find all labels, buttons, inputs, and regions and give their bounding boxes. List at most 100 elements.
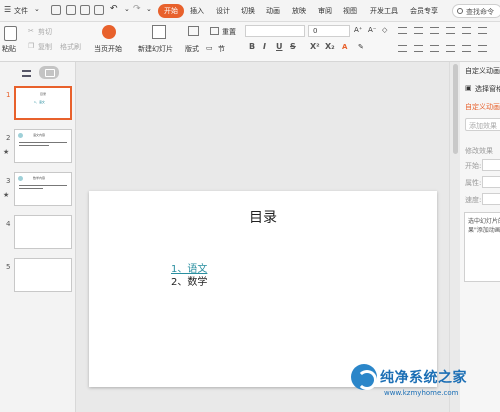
numbered-list-icon[interactable] — [414, 27, 423, 34]
print-icon[interactable] — [80, 5, 90, 15]
align-center-icon[interactable] — [414, 45, 423, 52]
subscript-button[interactable]: X₂ — [325, 42, 335, 51]
copy-button[interactable]: 复制 — [38, 42, 52, 52]
new-slide-icon[interactable] — [152, 25, 166, 39]
thumb-title: 语文内容 — [33, 133, 46, 137]
slide-thumbnail-1[interactable]: 目录 1、语文 — [14, 86, 72, 120]
format-painter-button[interactable]: 格式刷 — [60, 42, 81, 52]
distribute-icon[interactable] — [462, 45, 471, 52]
slide-canvas: 目录 1、语文 2、数学 — [77, 62, 454, 412]
start-select[interactable] — [482, 159, 500, 171]
hamburger-icon[interactable]: ☰ — [4, 5, 11, 14]
tab-slideshow[interactable]: 放映 — [292, 6, 306, 16]
chevron-down-icon[interactable]: ⌄ — [34, 5, 40, 13]
line-spacing-icon[interactable] — [462, 27, 471, 34]
tab-start[interactable]: 开始 — [158, 4, 184, 18]
slide-title[interactable]: 目录 — [89, 207, 437, 227]
underline-button[interactable]: U — [276, 42, 283, 51]
slide-thumbnail-5[interactable] — [14, 258, 72, 292]
tab-review[interactable]: 审阅 — [318, 6, 332, 16]
shrink-font-icon[interactable]: A⁻ — [368, 26, 376, 34]
strikethrough-button[interactable]: S — [290, 42, 296, 51]
layout-icon[interactable] — [188, 26, 199, 36]
section-button[interactable]: 节 — [218, 44, 225, 54]
property-select[interactable] — [482, 176, 500, 188]
tab-insert[interactable]: 插入 — [190, 6, 204, 16]
highlight-icon[interactable]: ✎ — [358, 43, 364, 51]
animation-pane: 自定义动画 ▣ 选择窗格 自定义动画 添加效果 修改效果 开始: 属性: 速度:… — [460, 62, 500, 412]
columns-icon[interactable] — [478, 45, 487, 52]
font-family-select[interactable] — [245, 25, 305, 37]
justify-icon[interactable] — [446, 45, 455, 52]
slide-thumbnail-2[interactable]: 语文内容 — [14, 129, 72, 163]
section-icon[interactable]: ▭ — [206, 44, 213, 52]
paste-icon[interactable] — [4, 26, 17, 41]
slide-thumbnail-3[interactable]: 数学内容 — [14, 172, 72, 206]
pane-title: 自定义动画 — [465, 67, 500, 75]
slide-number: 4 — [6, 220, 11, 228]
description-text: 果"添加动画 — [468, 227, 500, 234]
customize-icon[interactable]: ⌄ — [146, 5, 152, 13]
add-effect-button[interactable]: 添加效果 — [465, 118, 500, 131]
increase-indent-icon[interactable] — [446, 27, 455, 34]
cut-button[interactable]: 剪切 — [38, 27, 52, 37]
superscript-button[interactable]: X² — [310, 42, 320, 51]
bullet-list-icon[interactable] — [398, 27, 407, 34]
tab-member[interactable]: 会员专享 — [410, 6, 438, 16]
slide-thumbnail-4[interactable] — [14, 215, 72, 249]
thumbnail-view-icon[interactable] — [39, 66, 59, 79]
speed-select[interactable] — [482, 193, 500, 205]
redo-icon[interactable]: ↷ — [133, 4, 141, 14]
effects-list[interactable]: 选中幻灯片的某个元素，然后单击 果"添加动画 — [464, 212, 500, 282]
undo-dropdown-icon[interactable]: ⌄ — [124, 5, 130, 13]
layout-button[interactable]: 版式 — [185, 44, 199, 54]
slide-number: 1 — [6, 91, 11, 99]
paste-button[interactable]: 粘贴 — [2, 44, 16, 54]
undo-icon[interactable]: ↶ — [110, 4, 118, 14]
slide-number: 5 — [6, 263, 11, 271]
copy-icon[interactable]: ❐ — [28, 42, 34, 50]
description-text: 选中幻灯片的某个元素，然后单击 — [468, 218, 500, 225]
reset-icon[interactable] — [210, 27, 219, 35]
italic-button[interactable]: I — [263, 42, 266, 51]
text-direction-icon[interactable] — [478, 27, 487, 34]
outline-view-icon[interactable] — [22, 70, 31, 77]
slide[interactable]: 目录 1、语文 2、数学 — [89, 191, 437, 387]
slide-number: 2 — [6, 134, 11, 142]
search-placeholder: 查找命令 — [466, 8, 494, 16]
search-input[interactable]: 查找命令 — [452, 4, 500, 18]
export-icon[interactable] — [66, 5, 76, 15]
align-right-icon[interactable] — [430, 45, 439, 52]
watermark-name: 纯净系统之家 — [380, 370, 467, 386]
preview-icon[interactable] — [94, 5, 104, 15]
decrease-indent-icon[interactable] — [430, 27, 439, 34]
file-menu[interactable]: 文件 — [14, 6, 28, 16]
play-icon[interactable] — [102, 25, 116, 39]
new-slide-button[interactable]: 新建幻灯片 — [138, 44, 173, 54]
tab-transition[interactable]: 切换 — [241, 6, 255, 16]
reset-button[interactable]: 重置 — [222, 27, 236, 37]
grow-font-icon[interactable]: A⁺ — [354, 26, 362, 34]
list-item[interactable]: 2、数学 — [171, 273, 207, 288]
select-pane-icon[interactable]: ▣ — [465, 84, 472, 92]
thumb-image — [18, 176, 23, 181]
tab-developer[interactable]: 开发工具 — [370, 6, 398, 16]
scissors-icon[interactable]: ✂ — [28, 27, 34, 35]
select-pane-button[interactable]: 选择窗格 — [475, 84, 500, 94]
font-color-icon[interactable]: A — [342, 43, 347, 51]
thumb-text-line — [19, 145, 49, 146]
tab-animation[interactable]: 动画 — [266, 6, 280, 16]
slides-pane: 1 目录 1、语文 2 ★ 语文内容 3 ★ 数学内容 4 5 — [0, 62, 76, 412]
bold-button[interactable]: B — [249, 42, 255, 51]
clear-format-icon[interactable]: ◇ — [382, 26, 387, 34]
scrollbar-thumb[interactable] — [453, 64, 458, 154]
save-icon[interactable] — [51, 5, 61, 15]
font-size-select[interactable]: 0 — [308, 25, 350, 37]
play-from-current-button[interactable]: 当页开始 — [94, 44, 122, 54]
tab-view[interactable]: 视图 — [343, 6, 357, 16]
vertical-scrollbar[interactable] — [449, 62, 460, 412]
align-left-icon[interactable] — [398, 45, 407, 52]
thumb-title: 数学内容 — [33, 176, 46, 180]
tab-design[interactable]: 设计 — [216, 6, 230, 16]
animation-star-icon: ★ — [3, 148, 10, 156]
